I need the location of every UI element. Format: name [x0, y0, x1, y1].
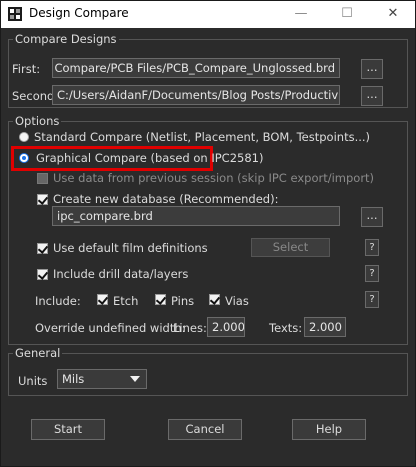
create-new-database-label: Create new database (Recommended): [53, 192, 279, 206]
use-previous-session-checkbox[interactable] [37, 173, 48, 184]
graphical-compare-radio[interactable] [19, 153, 29, 163]
include-drill-checkbox[interactable] [37, 269, 48, 280]
options-legend: Options [15, 114, 60, 128]
texts-label: Texts: [269, 321, 303, 335]
include-drill-label: Include drill data/layers [53, 267, 189, 281]
vias-checkbox[interactable] [209, 294, 220, 305]
cancel-button[interactable]: Cancel [168, 419, 242, 440]
pins-label: Pins [171, 294, 195, 308]
pins-checkbox[interactable] [155, 294, 166, 305]
use-default-film-checkbox[interactable] [37, 243, 48, 254]
app-icon [8, 7, 22, 21]
units-label: Units [18, 374, 48, 388]
texts-width-field[interactable]: 2.000 [304, 317, 346, 337]
units-value: Mils [62, 372, 85, 386]
lines-label: Lines: [173, 321, 207, 335]
drill-help-button[interactable]: ? [365, 265, 379, 282]
standard-compare-radio[interactable] [19, 132, 29, 142]
units-dropdown[interactable]: Mils [57, 369, 147, 389]
first-design-field[interactable]: C:/Users/AidanF/Documents/Blog Posts/Pro… [52, 58, 340, 78]
use-previous-session-label: Use data from previous session (skip IPC… [53, 171, 375, 185]
lines-width-field[interactable]: 2.000 [207, 317, 245, 337]
database-browse-button[interactable]: ... [361, 207, 383, 227]
vias-label: Vias [225, 294, 249, 308]
film-help-button[interactable]: ? [365, 239, 379, 256]
compare-designs-legend: Compare Designs [15, 32, 117, 46]
etch-label: Etch [113, 294, 139, 308]
use-default-film-label: Use default film definitions [53, 241, 208, 255]
include-help-button[interactable]: ? [365, 291, 379, 308]
first-label: First: [12, 62, 41, 76]
select-film-button[interactable]: Select [251, 238, 330, 257]
maximize-button[interactable]: ☐ [324, 1, 370, 28]
second-design-field[interactable]: C:/Users/AidanF/Documents/Blog Posts/Pro… [52, 85, 340, 105]
create-new-database-checkbox[interactable] [37, 194, 48, 205]
standard-compare-label[interactable]: Standard Compare (Netlist, Placement, BO… [34, 130, 370, 144]
help-button[interactable]: Help [292, 419, 366, 440]
window-title: Design Compare [29, 6, 129, 20]
close-button[interactable]: ✕ [370, 1, 416, 28]
include-label: Include: [35, 294, 81, 308]
minimize-button[interactable]: — [278, 1, 324, 28]
first-browse-button[interactable]: ... [361, 59, 383, 79]
database-name-field[interactable]: ipc_compare.brd [52, 206, 340, 226]
start-button[interactable]: Start [31, 419, 105, 440]
general-legend: General [15, 346, 61, 360]
etch-checkbox[interactable] [97, 294, 108, 305]
graphical-compare-label[interactable]: Graphical Compare (based on IPC2581) [36, 151, 263, 165]
override-width-label: Override undefined width: [35, 321, 186, 335]
chevron-down-icon [130, 376, 140, 382]
second-browse-button[interactable]: ... [361, 86, 383, 106]
design-compare-window: Design Compare — ☐ ✕ Compare Designs Fir… [0, 0, 416, 467]
title-bar[interactable]: Design Compare — ☐ ✕ [1, 1, 415, 28]
